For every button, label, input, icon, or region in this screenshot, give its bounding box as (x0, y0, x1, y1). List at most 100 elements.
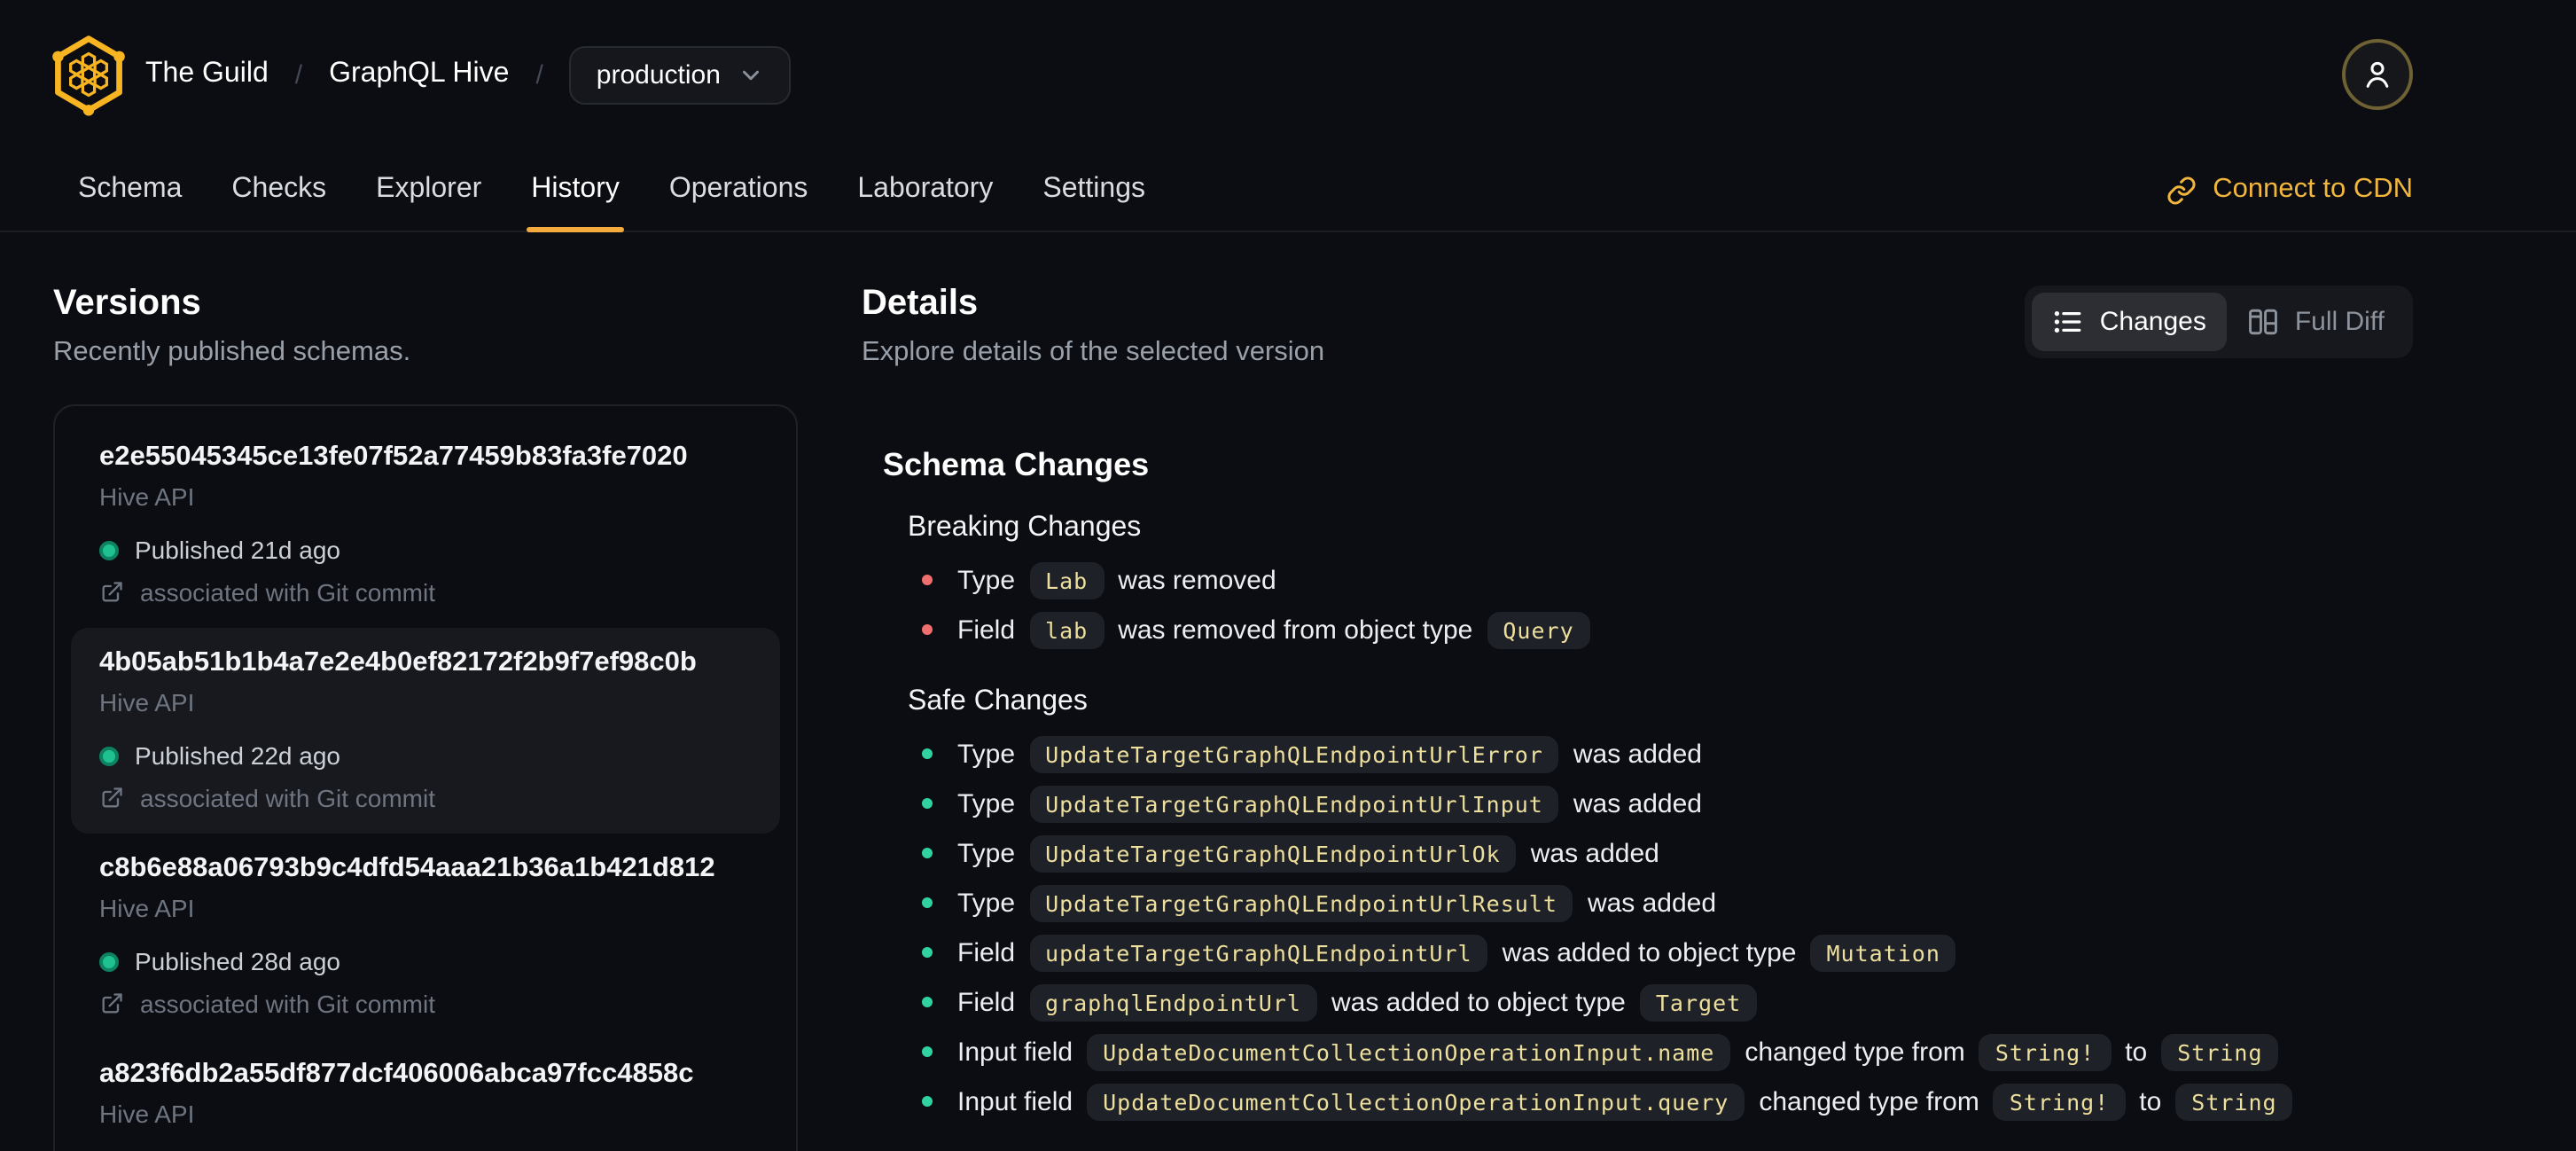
tab-history[interactable]: History (506, 149, 644, 232)
published-label: Published 22d ago (135, 741, 340, 770)
bullet-dot (922, 848, 933, 858)
version-card[interactable]: a823f6db2a55df877dcf406006abca97fcc4858c… (71, 1039, 780, 1151)
git-commit-link[interactable]: associated with Git commit (99, 784, 752, 812)
chevron-down-icon (743, 69, 760, 80)
code-chip: Query (1487, 611, 1590, 648)
change-text: was added to object type (1331, 987, 1626, 1017)
change-text: was added (1573, 739, 1702, 769)
code-chip: UpdateTargetGraphQLEndpointUrlInput (1029, 785, 1559, 822)
version-hash: a823f6db2a55df877dcf406006abca97fcc4858c (99, 1059, 694, 1089)
version-published-row: Published 28d ago (99, 947, 752, 975)
code-chip: UpdateDocumentCollectionOperationInput.n… (1087, 1033, 1731, 1070)
breadcrumb-separator: / (294, 59, 303, 90)
changes-view-button[interactable]: Changes (2032, 293, 2228, 351)
version-card[interactable]: e2e55045345ce13fe07f52a77459b83fa3fe7020… (71, 422, 780, 628)
code-chip: UpdateTargetGraphQLEndpointUrlResult (1029, 884, 1573, 921)
change-item: Type UpdateTargetGraphQLEndpointUrlOk was … (922, 828, 2413, 878)
external-link-icon (102, 787, 122, 808)
change-text: Field (957, 987, 1016, 1017)
columns-icon (2249, 309, 2278, 335)
version-hash: e2e55045345ce13fe07f52a77459b83fa3fe7020 (99, 442, 688, 472)
top-bar: The Guild / GraphQL Hive / production (0, 0, 2576, 149)
change-text: was removed from object type (1118, 615, 1473, 645)
code-chip: graphqlEndpointUrl (1029, 983, 1317, 1021)
breaking-changes-title: Breaking Changes (908, 513, 1142, 543)
bullet-dot (922, 798, 933, 809)
change-text: Type (957, 838, 1016, 868)
connect-to-cdn-label: Connect to CDN (2213, 174, 2413, 204)
connect-to-cdn-button[interactable]: Connect to CDN (2166, 174, 2413, 206)
hive-logo-icon[interactable] (46, 32, 131, 117)
code-chip: String (2175, 1083, 2293, 1120)
bullet-dot (922, 1096, 933, 1107)
change-text: Type (957, 565, 1016, 595)
breadcrumb: The Guild / GraphQL Hive / production (145, 45, 792, 104)
bullet-dot (922, 1046, 933, 1057)
link-icon (2167, 176, 2196, 204)
change-text: changed type from (1759, 1086, 1979, 1116)
tab-laboratory[interactable]: Laboratory (832, 149, 1018, 231)
safe-changes-title: Safe Changes (908, 686, 1088, 716)
published-label: Published 21d ago (135, 536, 340, 564)
user-icon (2366, 61, 2389, 88)
version-card[interactable]: 4b05ab51b1b4a7e2e4b0ef82172f2b9f7ef98c0b… (71, 628, 780, 834)
change-text: Type (957, 739, 1016, 769)
bullet-dot (922, 624, 933, 635)
breaking-changes-list: Type Lab was removed Field lab was removed fr… (922, 555, 2413, 654)
change-item: Type UpdateTargetGraphQLEndpointUrlError w… (922, 729, 2413, 779)
versions-list: e2e55045345ce13fe07f52a77459b83fa3fe7020… (53, 404, 798, 1151)
version-card[interactable]: c8b6e88a06793b9c4dfd54aaa21b36a1b421d812… (71, 834, 780, 1039)
published-dot-icon (99, 951, 119, 971)
bullet-dot (922, 947, 933, 958)
code-chip: Mutation (1810, 934, 1956, 971)
account-menu-button[interactable] (2342, 39, 2413, 110)
target-selector[interactable]: production (569, 45, 792, 104)
change-text: was removed (1118, 565, 1276, 595)
version-hash: 4b05ab51b1b4a7e2e4b0ef82172f2b9f7ef98c0b (99, 647, 697, 677)
change-item: Type UpdateTargetGraphQLEndpointUrlInput w… (922, 779, 2413, 828)
tab-operations[interactable]: Operations (644, 149, 833, 231)
change-item: Field lab was removed from object type Quer… (922, 605, 2413, 654)
change-text: was added to object type (1502, 937, 1797, 967)
bullet-dot (922, 575, 933, 585)
git-commit-label: associated with Git commit (140, 990, 435, 1018)
full-diff-view-button[interactable]: Full Diff (2228, 293, 2406, 351)
git-commit-link[interactable]: associated with Git commit (99, 990, 752, 1018)
list-icon (2055, 311, 2082, 333)
external-link-icon (102, 993, 122, 1014)
git-commit-label: associated with Git commit (140, 784, 435, 812)
tab-schema[interactable]: Schema (53, 149, 207, 231)
versions-title: Versions (53, 284, 201, 323)
app: The Guild / GraphQL Hive / production Sc… (0, 0, 2576, 1151)
change-item: Input field UpdateDocumentCollectionOpera… (922, 1077, 2413, 1126)
tab-checks[interactable]: Checks (207, 149, 351, 231)
code-chip: Target (1639, 983, 1758, 1021)
published-dot-icon (99, 746, 119, 765)
change-item: Type Lab was removed (922, 555, 2413, 605)
versions-panel: Versions Recently published schemas. e2e… (53, 282, 798, 1151)
code-chip: String! (1993, 1083, 2126, 1120)
safe-changes-group: Safe Changes Type UpdateTargetGraphQLEndp… (908, 686, 2413, 1126)
main-content: Versions Recently published schemas. e2e… (0, 232, 2576, 1151)
change-item: Field updateTargetGraphQLEndpointUrl was a… (922, 928, 2413, 977)
change-text: was added (1573, 788, 1702, 818)
change-text: Field (957, 937, 1016, 967)
view-toggle: Changes Full Diff (2025, 286, 2413, 358)
breadcrumb-separator: / (535, 59, 543, 90)
change-text: Type (957, 888, 1016, 918)
breaking-changes-group: Breaking Changes Type Lab was removed Field… (908, 513, 2413, 654)
code-chip: updateTargetGraphQLEndpointUrl (1029, 934, 1488, 971)
tab-settings[interactable]: Settings (1018, 149, 1170, 231)
external-link-icon (102, 582, 122, 602)
change-text: Field (957, 615, 1016, 645)
version-published-row: Published 21d ago (99, 536, 752, 564)
tab-explorer[interactable]: Explorer (351, 149, 506, 231)
bullet-dot (922, 748, 933, 759)
published-label: Published 28d ago (135, 947, 340, 975)
change-text: changed type from (1745, 1037, 1965, 1067)
code-chip: lab (1029, 611, 1105, 648)
breadcrumb-org[interactable]: The Guild (145, 59, 269, 90)
git-commit-link[interactable]: associated with Git commit (99, 578, 752, 607)
breadcrumb-project[interactable]: GraphQL Hive (329, 59, 509, 90)
change-item: Type UpdateTargetGraphQLEndpointUrlResult… (922, 878, 2413, 928)
